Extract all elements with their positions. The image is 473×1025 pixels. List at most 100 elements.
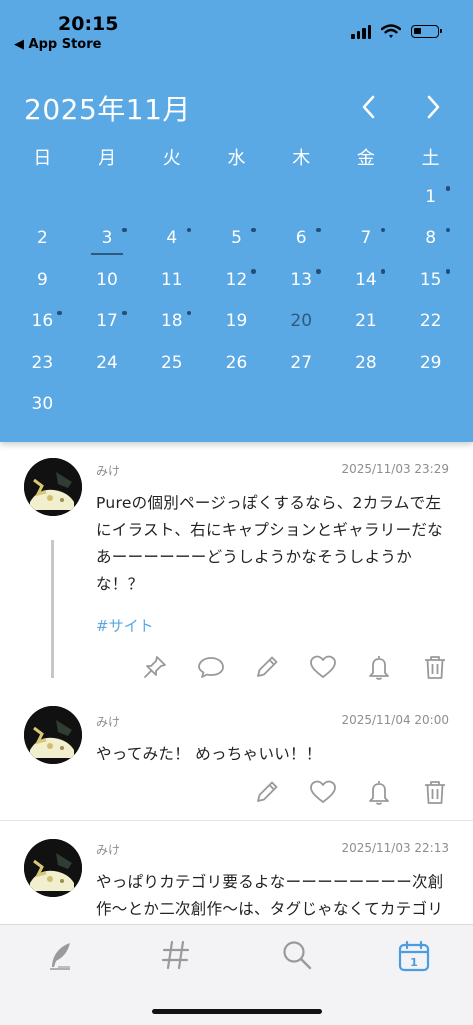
post-datetime: 2025/11/04 20:00 bbox=[341, 713, 449, 727]
calendar-empty-cell bbox=[334, 176, 399, 218]
calendar-day[interactable]: 1 bbox=[398, 176, 463, 218]
weekday-label: 日 bbox=[33, 148, 52, 169]
calendar-day-number: 3 bbox=[101, 228, 113, 249]
calendar-day[interactable]: 24 bbox=[75, 342, 140, 384]
calendar-day[interactable]: 20 bbox=[269, 301, 334, 343]
calendar-day[interactable]: 11 bbox=[139, 259, 204, 301]
calendar-day[interactable]: 6 bbox=[269, 218, 334, 260]
avatar[interactable] bbox=[24, 706, 82, 764]
weekday-label: 木 bbox=[292, 148, 311, 169]
pin-icon[interactable] bbox=[141, 653, 169, 681]
calendar-day[interactable]: 3 bbox=[75, 218, 140, 260]
calendar-day[interactable]: 18 bbox=[139, 301, 204, 343]
has-post-dot bbox=[316, 269, 321, 274]
post-author: みけ bbox=[96, 843, 121, 857]
heart-icon[interactable] bbox=[309, 778, 337, 806]
weekday-label: 水 bbox=[227, 148, 246, 169]
calendar-day[interactable]: 25 bbox=[139, 342, 204, 384]
has-post-dot bbox=[445, 186, 451, 191]
weekday-label: 火 bbox=[162, 148, 181, 169]
calendar-header: 20:15 ◀ App Store 2025年11月 日 月 火 水 木 金 土… bbox=[0, 0, 473, 442]
selected-day-underline bbox=[91, 253, 124, 255]
calendar-day-number: 9 bbox=[36, 269, 48, 290]
edit-icon[interactable] bbox=[253, 653, 281, 681]
home-indicator bbox=[152, 1009, 322, 1014]
calendar-day-number: 6 bbox=[295, 228, 307, 249]
calendar-day[interactable]: 29 bbox=[398, 342, 463, 384]
avatar-illustration-icon bbox=[24, 458, 82, 516]
quill-icon[interactable] bbox=[42, 937, 78, 973]
cellular-signal-icon bbox=[351, 24, 371, 39]
search-icon[interactable] bbox=[279, 937, 315, 973]
calendar-day[interactable]: 21 bbox=[334, 301, 399, 343]
calendar-day-number: 13 bbox=[290, 269, 313, 290]
weekday-label: 月 bbox=[98, 148, 117, 169]
post-card[interactable]: みけ 2025/11/04 20:00 やってみた！ めっちゃいい！！ bbox=[0, 693, 473, 820]
calendar-day[interactable]: 13 bbox=[269, 259, 334, 301]
status-icons bbox=[351, 24, 442, 39]
calendar-day[interactable]: 28 bbox=[334, 342, 399, 384]
chevron-left-icon[interactable] bbox=[354, 92, 384, 122]
calendar-day[interactable]: 5 bbox=[204, 218, 269, 260]
avatar[interactable] bbox=[24, 839, 82, 897]
avatar[interactable] bbox=[24, 458, 82, 516]
calendar-day[interactable]: 7 bbox=[334, 218, 399, 260]
calendar-empty-cell bbox=[75, 176, 140, 218]
calendar-day-number: 14 bbox=[355, 269, 377, 290]
bell-icon[interactable] bbox=[365, 653, 393, 681]
calendar-day-number: 5 bbox=[231, 228, 242, 249]
back-to-app-store-link[interactable]: ◀ App Store bbox=[14, 37, 101, 52]
comment-icon[interactable] bbox=[197, 653, 225, 681]
calendar-day[interactable]: 30 bbox=[10, 384, 75, 426]
calendar-day[interactable]: 4 bbox=[139, 218, 204, 260]
post-actions bbox=[96, 778, 449, 820]
calendar-grid: 1 2 3 4 5 6 7 8 9 10 11 12 13 14 15 16 17 18 19 20 21 22 23 24 2… bbox=[10, 176, 463, 425]
bell-icon[interactable] bbox=[365, 778, 393, 806]
calendar-day[interactable]: 17 bbox=[75, 301, 140, 343]
calendar-day-number: 25 bbox=[160, 352, 183, 373]
calendar-empty-cell bbox=[139, 176, 204, 218]
calendar-day-number: 15 bbox=[419, 269, 442, 290]
post-author: みけ bbox=[96, 464, 121, 478]
post-tag-link[interactable]: #サイト bbox=[96, 615, 449, 636]
calendar-day-number: 2 bbox=[36, 228, 48, 249]
calendar-day[interactable]: 16 bbox=[10, 301, 75, 343]
calendar-day-number: 10 bbox=[96, 269, 118, 290]
hashtag-icon[interactable] bbox=[158, 937, 194, 973]
calendar-day[interactable]: 2 bbox=[10, 218, 75, 260]
calendar-icon[interactable]: 1 bbox=[396, 938, 432, 974]
status-time: 20:15 bbox=[58, 13, 119, 35]
battery-level bbox=[414, 28, 421, 34]
calendar-day[interactable]: 27 bbox=[269, 342, 334, 384]
calendar-day[interactable]: 15 bbox=[398, 259, 463, 301]
calendar-day-number: 11 bbox=[160, 269, 183, 290]
calendar-day[interactable]: 8 bbox=[398, 218, 463, 260]
calendar-day[interactable]: 26 bbox=[204, 342, 269, 384]
calendar-day-number: 22 bbox=[419, 311, 442, 332]
calendar-day[interactable]: 23 bbox=[10, 342, 75, 384]
calendar-day-number: 28 bbox=[355, 352, 377, 373]
calendar-day[interactable]: 12 bbox=[204, 259, 269, 301]
post-body: やってみた！ めっちゃいい！！ bbox=[96, 745, 322, 763]
post-card[interactable]: みけ 2025/11/03 22:13 やっぱりカテゴリ要るよなーーーーーーーー… bbox=[0, 821, 473, 924]
calendar-day-number: 27 bbox=[290, 352, 313, 373]
calendar-day[interactable]: 9 bbox=[10, 259, 75, 301]
calendar-day[interactable]: 10 bbox=[75, 259, 140, 301]
post-datetime: 2025/11/03 22:13 bbox=[341, 841, 449, 855]
edit-icon[interactable] bbox=[253, 778, 281, 806]
month-title: 2025年11月 bbox=[24, 93, 191, 126]
trash-icon[interactable] bbox=[421, 653, 449, 681]
has-post-dot bbox=[445, 269, 451, 274]
calendar-day-number: 21 bbox=[355, 311, 377, 332]
calendar-day[interactable]: 22 bbox=[398, 301, 463, 343]
calendar-day-number: 19 bbox=[225, 311, 248, 332]
trash-icon[interactable] bbox=[421, 778, 449, 806]
heart-icon[interactable] bbox=[309, 653, 337, 681]
calendar-day-number: 24 bbox=[96, 352, 118, 373]
calendar-day[interactable]: 14 bbox=[334, 259, 399, 301]
calendar-day-number: 29 bbox=[419, 352, 442, 373]
has-post-dot bbox=[186, 227, 192, 232]
chevron-right-icon[interactable] bbox=[418, 92, 448, 122]
post-card[interactable]: みけ 2025/11/03 23:29 Pureの個別ページっぽくするなら、2カ… bbox=[0, 442, 473, 681]
calendar-day[interactable]: 19 bbox=[204, 301, 269, 343]
